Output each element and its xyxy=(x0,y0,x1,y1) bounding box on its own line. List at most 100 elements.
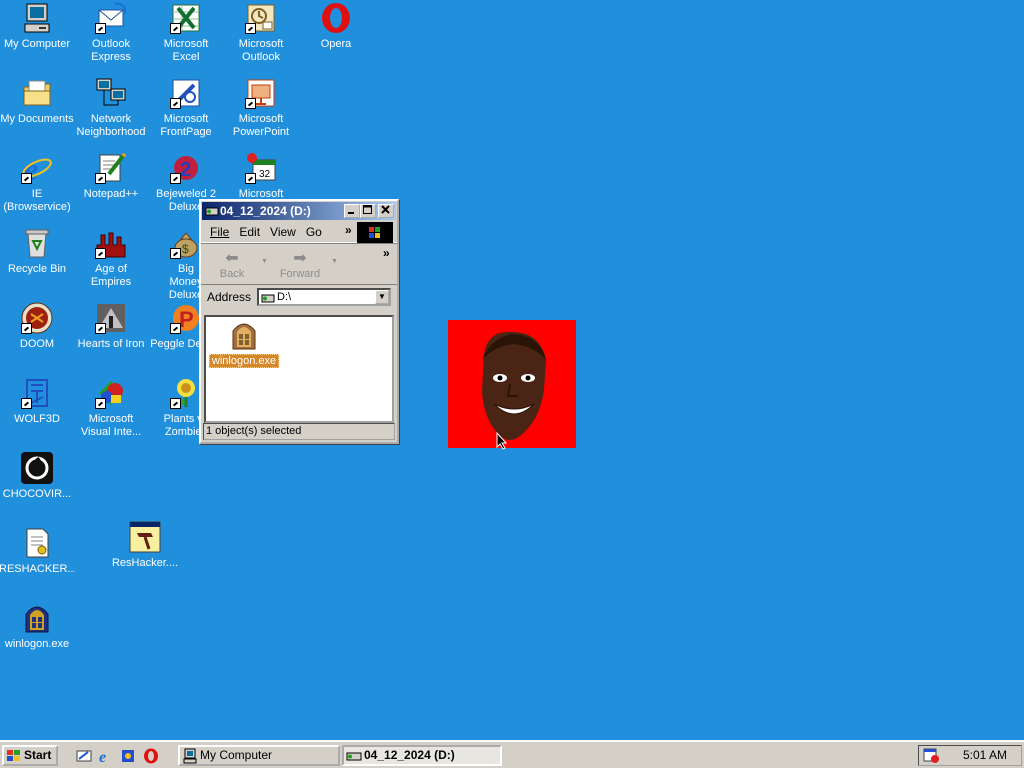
outlook-label: Microsoft Outlook xyxy=(238,38,284,63)
forward-arrow-icon: ➡ xyxy=(293,250,307,267)
forward-dropdown-icon[interactable]: ▼ xyxy=(331,258,338,265)
svg-text:32: 32 xyxy=(259,169,271,180)
maximize-icon xyxy=(363,205,372,214)
desktop-icon-my-documents[interactable]: My Documents xyxy=(0,77,75,126)
desktop-icon-notepadpp[interactable]: Notepad++ xyxy=(73,152,149,201)
close-icon xyxy=(381,205,390,214)
task-my-computer[interactable]: My Computer xyxy=(178,745,340,766)
hearts-of-iron-icon xyxy=(95,302,127,334)
desktop-icon-reshacker-doc[interactable]: RESHACKER... xyxy=(0,527,75,576)
network-icon xyxy=(95,77,127,109)
outlook-express-label: Outlook Express xyxy=(91,38,131,63)
desktop-icon-reshacker[interactable]: ResHacker.... xyxy=(107,521,183,570)
back-arrow-icon: ⬅ xyxy=(225,250,239,267)
desktop-icon-recycle-bin[interactable]: Recycle Bin xyxy=(0,227,75,276)
visual-interdev-icon xyxy=(95,377,127,409)
system-tray: 5:01 AM xyxy=(918,745,1022,766)
smiling-face-image xyxy=(448,320,576,450)
desktop-icon-ie[interactable]: e IE (Browservice) xyxy=(0,151,75,214)
plants-icon xyxy=(170,377,202,409)
show-desktop-icon[interactable] xyxy=(76,748,92,764)
notepad-icon xyxy=(95,152,127,184)
desktop-icon-wolf3d[interactable]: WOLF3D xyxy=(0,377,75,426)
aoe-label: Age of Empires xyxy=(90,263,132,288)
svg-text:e: e xyxy=(99,749,106,764)
desktop-icon-microsoft-calendar[interactable]: 32 Microsoft xyxy=(223,152,299,201)
window-title-bar[interactable]: 04_12_2024 (D:) xyxy=(202,202,396,220)
ie-icon: e xyxy=(21,151,53,187)
drive-icon xyxy=(205,207,219,216)
svg-text:P: P xyxy=(179,307,194,332)
desktop-icon-excel[interactable]: Microsoft Excel xyxy=(148,2,224,64)
opera-quick-icon[interactable] xyxy=(143,748,159,764)
file-name: winlogon.exe xyxy=(208,354,280,368)
start-button[interactable]: Start xyxy=(2,745,58,766)
address-label: Address xyxy=(207,290,252,304)
bejeweled-icon: 2 xyxy=(170,152,202,184)
desktop-icon-chocovir[interactable]: CHOCOVIR... xyxy=(0,452,75,501)
menu-edit[interactable]: Edit xyxy=(234,225,265,239)
ie-quick-icon[interactable]: e xyxy=(98,748,114,764)
money-bag-icon: $ xyxy=(170,227,202,259)
reshacker-doc-icon xyxy=(21,527,53,559)
explorer-window[interactable]: 04_12_2024 (D:) File Edit View Go » ⬅ Ba… xyxy=(199,199,399,444)
age-of-empires-icon xyxy=(95,227,127,259)
desktop-icon-winlogon[interactable]: winlogon.exe xyxy=(0,602,75,651)
desktop-icon-doom[interactable]: DOOM xyxy=(0,302,75,351)
svg-text:2: 2 xyxy=(180,159,191,181)
desktop: My Computer My Documents e IE (Browservic… xyxy=(0,0,1024,740)
menu-bar: File Edit View Go » xyxy=(201,221,397,244)
network-label: Network Neighborhood xyxy=(76,113,146,138)
address-input[interactable]: D:\ ▼ xyxy=(257,288,391,306)
desktop-icon-outlook-express[interactable]: Outlook Express xyxy=(73,2,149,64)
desktop-icon-visual-interdev[interactable]: Microsoft Visual Inte... xyxy=(73,377,149,439)
window-title: 04_12_2024 (D:) xyxy=(220,204,311,218)
ie-sub-label: (Browservice) xyxy=(3,201,71,213)
desktop-icon-network[interactable]: Network Neighborhood xyxy=(73,77,149,139)
menu-file[interactable]: File xyxy=(205,225,234,239)
back-button[interactable]: ⬅ Back xyxy=(209,250,255,280)
close-button[interactable] xyxy=(378,204,394,218)
menu-go[interactable]: Go xyxy=(301,225,327,239)
reshacker-icon xyxy=(129,521,161,553)
doom-icon xyxy=(21,302,53,334)
file-list[interactable]: winlogon.exe xyxy=(204,315,394,423)
desktop-icon-powerpoint[interactable]: Microsoft PowerPoint xyxy=(223,77,299,139)
desktop-icon-frontpage[interactable]: Microsoft FrontPage xyxy=(148,77,224,139)
windows-flag-icon xyxy=(7,750,20,761)
minimize-button[interactable] xyxy=(344,204,360,218)
file-item-winlogon[interactable]: winlogon.exe xyxy=(208,319,280,368)
menu-more-chevron[interactable]: » xyxy=(345,223,352,237)
taskbar: Start e My Computer 04_12_2024 (D:) 5:01… xyxy=(0,740,1024,768)
desktop-icon-age-of-empires[interactable]: Age of Empires xyxy=(73,227,149,289)
powerpoint-icon xyxy=(245,77,277,109)
desktop-icon-opera[interactable]: Opera xyxy=(298,2,374,51)
excel-icon xyxy=(170,2,202,34)
desktop-icon-outlook[interactable]: Microsoft Outlook xyxy=(223,2,299,64)
address-dropdown-button[interactable]: ▼ xyxy=(375,290,389,304)
peggle-icon: P xyxy=(170,302,202,334)
toolbar-more-chevron[interactable]: » xyxy=(383,246,390,260)
windows-logo-icon xyxy=(357,222,393,244)
chocovir-icon xyxy=(21,452,53,484)
menu-view[interactable]: View xyxy=(265,225,301,239)
maximize-button[interactable] xyxy=(360,204,376,218)
folder-icon xyxy=(21,77,53,109)
my-computer-icon xyxy=(183,748,197,764)
desktop-icon-my-computer[interactable]: My Computer xyxy=(0,2,75,51)
task-scheduler-icon[interactable] xyxy=(923,747,939,763)
visual-interdev-label: Microsoft Visual Inte... xyxy=(80,413,142,438)
task-drive-window[interactable]: 04_12_2024 (D:) xyxy=(342,745,502,766)
outlook-express-icon xyxy=(95,2,127,34)
forward-button[interactable]: ➡ Forward xyxy=(277,250,323,280)
wolf3d-icon xyxy=(21,377,53,409)
clock[interactable]: 5:01 AM xyxy=(963,746,1007,765)
desktop-icon-hearts-of-iron[interactable]: Hearts of Iron xyxy=(73,302,149,351)
outlook-icon xyxy=(245,2,277,34)
svg-text:$: $ xyxy=(182,242,189,256)
address-bar: Address D:\ ▼ xyxy=(201,285,397,309)
channels-icon[interactable] xyxy=(120,748,136,764)
frontpage-label: Microsoft FrontPage xyxy=(160,113,212,138)
back-dropdown-icon[interactable]: ▼ xyxy=(261,258,268,265)
drive-icon xyxy=(261,294,275,303)
